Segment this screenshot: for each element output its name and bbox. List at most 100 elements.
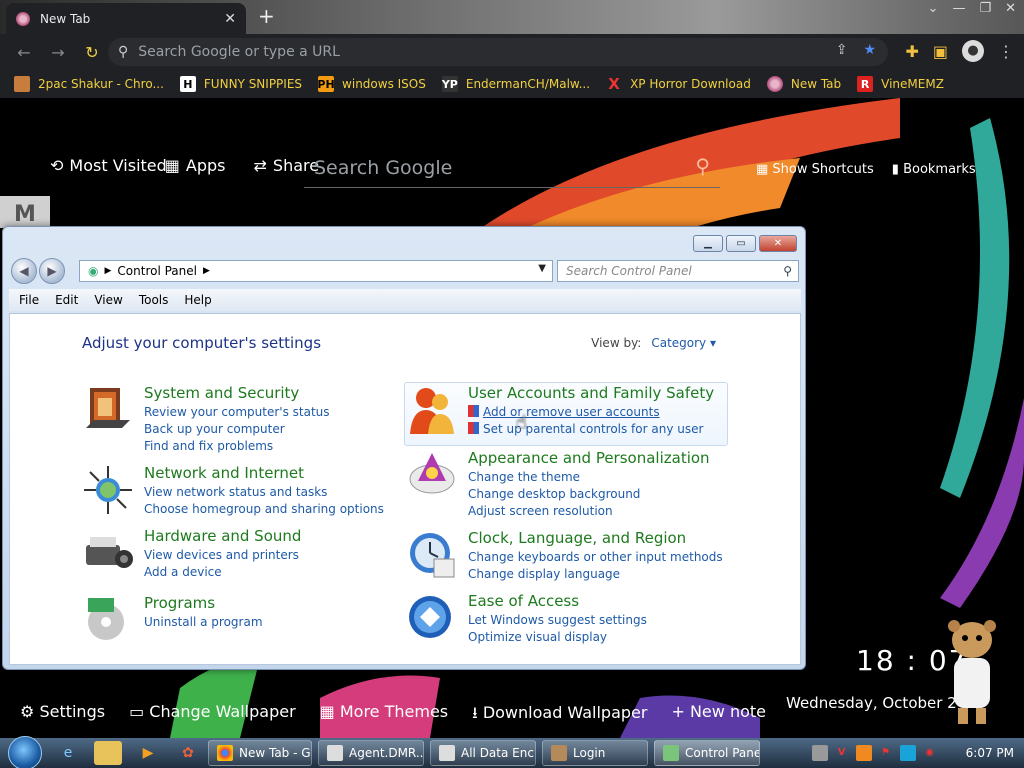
tray-search-icon[interactable] bbox=[855, 745, 872, 761]
link-optimize-display[interactable]: Optimize visual display bbox=[468, 629, 647, 646]
settings-button[interactable]: ⚙ Settings bbox=[20, 702, 105, 729]
more-themes-button[interactable]: ▦ More Themes bbox=[320, 702, 448, 729]
media-player-icon[interactable]: ▶ bbox=[134, 741, 162, 765]
link-screen-resolution[interactable]: Adjust screen resolution bbox=[468, 503, 710, 520]
tab-new-tab[interactable]: New Tab ✕ bbox=[6, 3, 246, 34]
side-panel-icon[interactable]: ▣ bbox=[933, 42, 948, 61]
taskbar-button-alldata[interactable]: All Data Enc... bbox=[430, 740, 536, 766]
bookmarks-button[interactable]: ▮ Bookmarks bbox=[892, 162, 976, 177]
folder-icon[interactable] bbox=[94, 741, 122, 765]
tray-flag-icon[interactable]: ⚑ bbox=[878, 745, 894, 761]
bookmark-item[interactable]: YP EndermanCH/Malw... bbox=[442, 76, 590, 92]
minimize-icon[interactable]: — bbox=[952, 1, 965, 16]
gmail-shortcut-icon[interactable]: M bbox=[0, 196, 50, 228]
bookmark-item[interactable]: H FUNNY SNIPPIES bbox=[179, 76, 302, 92]
tray-monitor-icon[interactable] bbox=[899, 745, 916, 761]
link-review-status[interactable]: Review your computer's status bbox=[144, 404, 330, 421]
close-icon[interactable]: ✕ bbox=[1005, 1, 1016, 16]
internet-explorer-icon[interactable]: e bbox=[54, 741, 82, 765]
category-title[interactable]: Programs bbox=[144, 594, 263, 612]
google-search-input[interactable]: Search Google ⚲ bbox=[304, 148, 720, 188]
menu-tools[interactable]: Tools bbox=[139, 293, 169, 307]
back-button[interactable]: ◀ bbox=[11, 258, 37, 284]
show-shortcuts-button[interactable]: ▦ Show Shortcuts bbox=[756, 162, 874, 177]
link-change-theme[interactable]: Change the theme bbox=[468, 469, 710, 486]
link-uninstall[interactable]: Uninstall a program bbox=[144, 614, 263, 631]
tab-close-icon[interactable]: ✕ bbox=[224, 11, 236, 27]
minimize-button[interactable]: ▁ bbox=[693, 235, 723, 252]
menu-edit[interactable]: Edit bbox=[55, 293, 78, 307]
profile-avatar-icon[interactable]: ● bbox=[962, 40, 984, 62]
link-display-language[interactable]: Change display language bbox=[468, 566, 723, 583]
link-add-device[interactable]: Add a device bbox=[144, 564, 301, 581]
link-backup[interactable]: Back up your computer bbox=[144, 421, 330, 438]
taskbar-button-login[interactable]: Login bbox=[542, 740, 648, 766]
bookmark-item[interactable]: New Tab bbox=[766, 76, 841, 92]
forward-button[interactable]: ▶ bbox=[39, 258, 65, 284]
restore-icon[interactable]: ❐ bbox=[979, 1, 991, 16]
address-dropdown-icon[interactable]: ▼ bbox=[538, 263, 546, 274]
taskbar-button-control-panel[interactable]: Control Panel bbox=[654, 740, 760, 766]
menu-file[interactable]: File bbox=[19, 293, 39, 307]
category-title[interactable]: Hardware and Sound bbox=[144, 527, 301, 545]
category-title[interactable]: Ease of Access bbox=[468, 592, 647, 610]
address-bar[interactable]: ◉ ▶ Control Panel ▶ ▼ bbox=[79, 260, 553, 282]
link-parental-controls[interactable]: Set up parental controls for any user bbox=[468, 421, 714, 438]
bookmark-label: XP Horror Download bbox=[630, 77, 751, 91]
new-tab-button[interactable]: + bbox=[258, 4, 275, 28]
taskbar-button-agent[interactable]: Agent.DMR... bbox=[318, 740, 424, 766]
menu-view[interactable]: View bbox=[94, 293, 122, 307]
menu-help[interactable]: Help bbox=[184, 293, 211, 307]
taskbar-clock[interactable]: 6:07 PM bbox=[966, 746, 1014, 760]
control-panel-search-input[interactable]: Search Control Panel ⚲ bbox=[557, 260, 799, 282]
app-icon[interactable]: ✿ bbox=[174, 741, 202, 765]
download-wallpaper-button[interactable]: ⭳ Download Wallpaper bbox=[472, 702, 647, 729]
toolbar-right-icons: ✚ ▣ ● ⋮ bbox=[905, 40, 1014, 62]
menu-dots-icon[interactable]: ⋮ bbox=[998, 42, 1014, 61]
link-keyboards[interactable]: Change keyboards or other input methods bbox=[468, 549, 723, 566]
view-by-dropdown[interactable]: Category ▾ bbox=[651, 336, 716, 350]
address-crumb[interactable]: Control Panel bbox=[117, 264, 197, 278]
windows-grid-icon: ▦ bbox=[319, 702, 340, 721]
category-title[interactable]: System and Security bbox=[144, 384, 330, 402]
link-add-remove-accounts[interactable]: Add or remove user accounts bbox=[468, 404, 714, 421]
category-title[interactable]: Network and Internet bbox=[144, 464, 384, 482]
tab-favicon bbox=[16, 11, 30, 26]
taskbar-button-chrome[interactable]: New Tab - G... bbox=[208, 740, 312, 766]
close-button[interactable]: ✕ bbox=[759, 235, 797, 252]
link-homegroup[interactable]: Choose homegroup and sharing options bbox=[144, 501, 384, 518]
most-visited-button[interactable]: ⟲ Most Visited bbox=[50, 156, 167, 175]
tray-v-icon[interactable]: V bbox=[834, 745, 850, 761]
apps-button[interactable]: ▦ Apps bbox=[165, 156, 226, 175]
bookmark-favicon-icon bbox=[766, 76, 783, 92]
tray-volume-icon[interactable]: ◉ bbox=[922, 745, 938, 761]
share-icon[interactable]: ⇪ bbox=[836, 42, 848, 58]
bookmark-item[interactable]: R VineMEMZ bbox=[857, 76, 944, 92]
category-title[interactable]: Clock, Language, and Region bbox=[468, 529, 723, 547]
network-internet-icon bbox=[84, 466, 132, 514]
bookmark-item[interactable]: 2pac Shakur - Chro... bbox=[14, 76, 164, 92]
tray-app-icon[interactable] bbox=[811, 745, 828, 761]
reload-icon[interactable]: ↻ bbox=[82, 43, 102, 62]
category-title[interactable]: User Accounts and Family Safety bbox=[468, 384, 714, 402]
chevron-down-icon[interactable]: ⌄ bbox=[928, 1, 939, 16]
new-note-button[interactable]: + New note bbox=[671, 702, 766, 729]
change-wallpaper-button[interactable]: ▭ Change Wallpaper bbox=[129, 702, 296, 729]
link-network-status[interactable]: View network status and tasks bbox=[144, 484, 384, 501]
back-arrow-icon[interactable]: ← bbox=[14, 43, 34, 62]
search-icon[interactable]: ⚲ bbox=[783, 261, 792, 281]
start-button[interactable] bbox=[8, 736, 42, 768]
link-find-fix[interactable]: Find and fix problems bbox=[144, 438, 330, 455]
extensions-icon[interactable]: ✚ bbox=[905, 42, 918, 61]
link-desktop-background[interactable]: Change desktop background bbox=[468, 486, 710, 503]
search-icon[interactable]: ⚲ bbox=[695, 154, 710, 178]
forward-arrow-icon[interactable]: → bbox=[48, 43, 68, 62]
link-devices-printers[interactable]: View devices and printers bbox=[144, 547, 301, 564]
omnibox[interactable]: ⚲ Search Google or type a URL ⇪ ★ bbox=[108, 38, 888, 66]
maximize-button[interactable]: ▭ bbox=[726, 235, 756, 252]
bookmark-item[interactable]: PH windows ISOS bbox=[317, 76, 426, 92]
link-suggest-settings[interactable]: Let Windows suggest settings bbox=[468, 612, 647, 629]
category-title[interactable]: Appearance and Personalization bbox=[468, 449, 710, 467]
bookmark-star-icon[interactable]: ★ bbox=[863, 42, 876, 58]
bookmark-item[interactable]: X XP Horror Download bbox=[606, 75, 751, 93]
